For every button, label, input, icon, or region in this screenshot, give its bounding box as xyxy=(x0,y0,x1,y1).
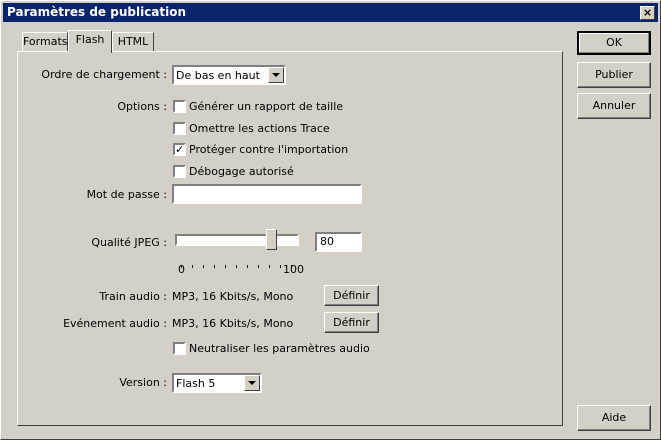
tab-flash[interactable]: Flash xyxy=(68,30,112,53)
tab-formats-label: Formats xyxy=(23,35,68,48)
window-title: Paramètres de publication xyxy=(7,5,187,19)
tab-flash-label: Flash xyxy=(75,33,105,46)
flash-tab-panel xyxy=(17,51,563,426)
help-button[interactable]: Aide xyxy=(577,405,651,431)
tab-html-label: HTML xyxy=(117,35,149,48)
publish-settings-dialog: Paramètres de publication × Formats Flas… xyxy=(0,0,661,440)
close-icon: × xyxy=(642,6,653,19)
publish-button[interactable]: Publier xyxy=(577,62,651,88)
close-button[interactable]: × xyxy=(640,6,655,20)
ok-button[interactable]: OK xyxy=(577,31,651,55)
cancel-button[interactable]: Annuler xyxy=(577,93,651,119)
title-bar: Paramètres de publication × xyxy=(3,3,658,22)
tab-html[interactable]: HTML xyxy=(112,32,154,52)
tab-formats[interactable]: Formats xyxy=(22,32,68,52)
